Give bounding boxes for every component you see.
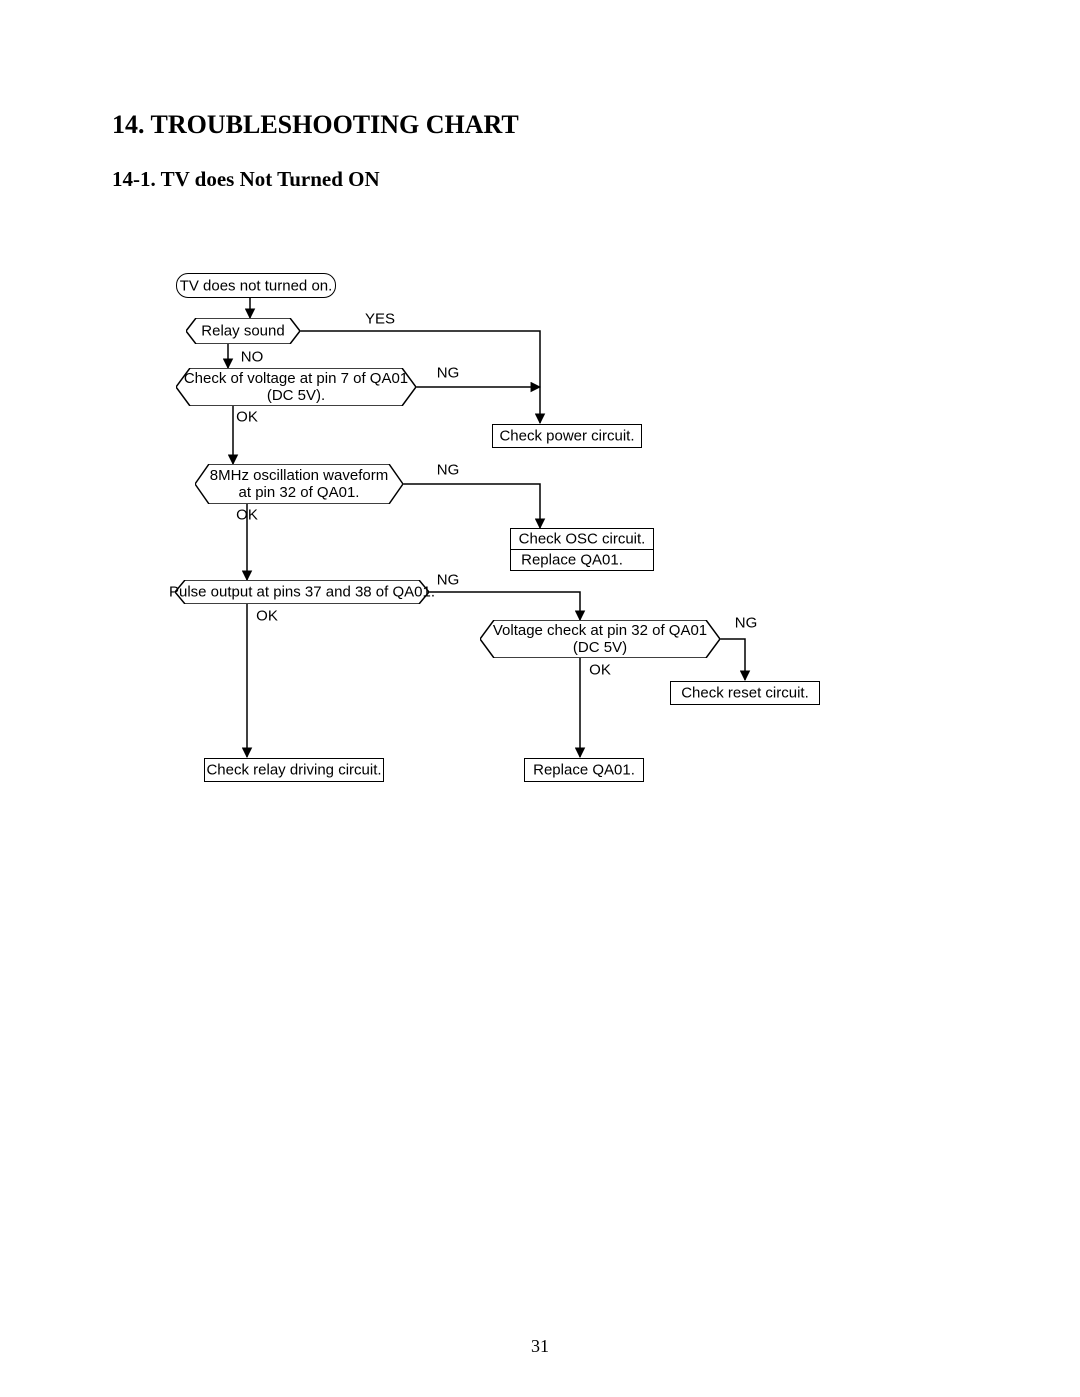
flowchart: TV does not turned on. Relay sound YES N… [0, 0, 1080, 1397]
node-check-pin7-label: Check of voltage at pin 7 of QA01 (DC 5V… [184, 370, 408, 405]
label-no: NO [241, 348, 264, 365]
connector-lines [0, 0, 1080, 1397]
node-check-osc-label: Check OSC circuit. [519, 530, 646, 547]
node-check-reset-label: Check reset circuit. [681, 684, 809, 701]
label-ok-2: OK [236, 506, 258, 523]
label-ng-1: NG [437, 364, 460, 381]
node-pulse-out-label: Pulse output at pins 37 and 38 of QA01. [169, 583, 435, 600]
node-osc-wave-label: 8MHz oscillation waveform at pin 32 of Q… [210, 467, 388, 502]
node-check-relay-drv-label: Check relay driving circuit. [206, 761, 381, 778]
node-start-label: TV does not turned on. [180, 277, 333, 294]
node-volt-pin32-label: Voltage check at pin 32 of QA01 (DC 5V) [493, 622, 707, 657]
node-replace-qa01-a-label: Replace QA01. [521, 551, 623, 568]
label-ok-4: OK [589, 661, 611, 678]
page-number: 31 [0, 1336, 1080, 1357]
node-replace-qa01-b-label: Replace QA01. [533, 761, 635, 778]
label-ok-3: OK [256, 607, 278, 624]
label-ok-1: OK [236, 408, 258, 425]
node-relay-sound-label: Relay sound [201, 322, 284, 339]
label-yes: YES [365, 310, 395, 327]
label-ng-4: NG [735, 614, 758, 631]
label-ng-2: NG [437, 461, 460, 478]
node-check-power-label: Check power circuit. [499, 427, 634, 444]
label-ng-3: NG [437, 571, 460, 588]
